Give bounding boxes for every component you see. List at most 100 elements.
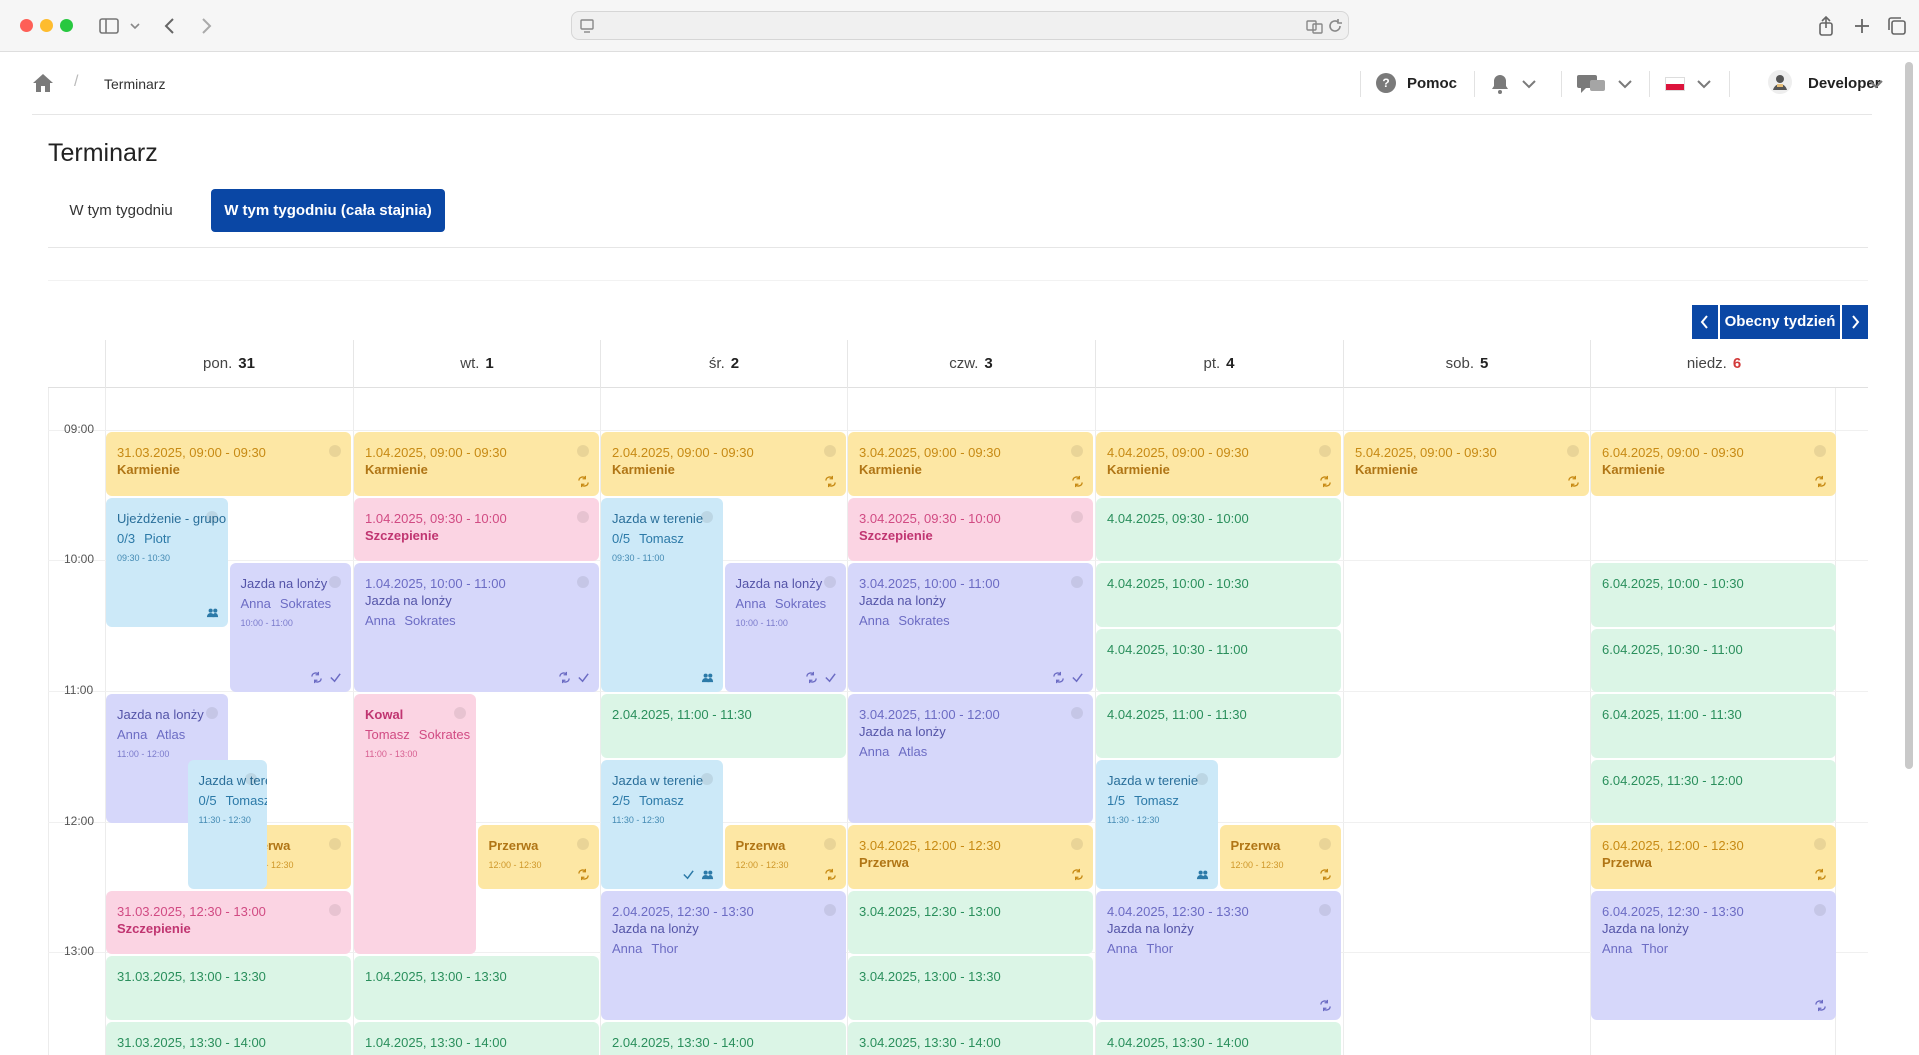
current-week-button[interactable]: Obecny tydzień <box>1720 305 1840 339</box>
calendar-event[interactable]: 1.04.2025, 13:30 - 14:00 <box>354 1021 599 1055</box>
reload-icon[interactable] <box>1325 15 1345 39</box>
event-participants: Anna Sokrates <box>736 595 847 613</box>
messages-icon[interactable] <box>1576 72 1606 96</box>
calendar-event[interactable]: Przerwa12:00 - 12:30 <box>477 825 599 889</box>
event-time: 3.04.2025, 10:00 - 11:00 <box>859 576 1000 591</box>
calendar-event[interactable]: Jazda w terenie 1/5 Tomasz 11:30 - 12:30 <box>1096 759 1218 889</box>
calendar-event[interactable]: 31.03.2025, 12:30 - 13:00 Szczepienie <box>106 890 351 954</box>
chevron-down-icon[interactable] <box>128 14 142 38</box>
calendar-event[interactable]: 6.04.2025, 11:00 - 11:30 <box>1591 694 1836 758</box>
chevron-down-icon[interactable] <box>1521 78 1537 90</box>
calendar-event[interactable]: 31.03.2025, 13:30 - 14:00 <box>106 1021 351 1055</box>
calendar-event[interactable]: 3.04.2025, 13:30 - 14:00 <box>848 1021 1093 1055</box>
forward-icon[interactable] <box>194 14 218 38</box>
calendar-event[interactable]: 2.04.2025, 13:30 - 14:00 <box>601 1021 846 1055</box>
calendar-event[interactable]: 6.04.2025, 11:30 - 12:00 <box>1591 759 1836 823</box>
calendar-event[interactable]: Jazda na lonży Anna Sokrates 10:00 - 11:00 <box>724 563 847 692</box>
calendar-event[interactable]: 4.04.2025, 12:30 - 13:30 Jazda na lonży An… <box>1096 890 1341 1020</box>
new-tab-icon[interactable] <box>1850 14 1874 38</box>
calendar-event[interactable]: 3.04.2025, 09:00 - 09:30 Karmienie <box>848 432 1093 496</box>
close-window-button[interactable] <box>20 19 33 32</box>
calendar-event[interactable]: 1.04.2025, 09:00 - 09:30 Karmienie <box>354 432 599 496</box>
day-name: czw. <box>949 355 979 372</box>
zoom-window-button[interactable] <box>60 19 73 32</box>
calendar-event[interactable]: Jazda w terenie0/5Tomasz11:30 - 12:30 <box>187 759 267 889</box>
event-icons <box>1071 475 1084 488</box>
chevron-down-icon[interactable] <box>1868 78 1884 90</box>
calendar-event[interactable]: 3.04.2025, 12:00 - 12:30 Przerwa <box>848 825 1093 889</box>
calendar-event[interactable]: 6.04.2025, 09:00 - 09:30 Karmienie <box>1591 432 1836 496</box>
calendar-event[interactable]: 4.04.2025, 13:30 - 14:00 <box>1096 1021 1341 1055</box>
event-time: 2.04.2025, 09:00 - 09:30 <box>612 445 754 460</box>
check-icon <box>1072 673 1083 683</box>
chevron-down-icon[interactable] <box>1617 78 1633 90</box>
calendar-event[interactable]: Jazda na lonży Anna Sokrates 10:00 - 11:00 <box>229 563 351 692</box>
calendar-event[interactable]: 6.04.2025, 12:30 - 13:30 Jazda na lonży An… <box>1591 890 1836 1020</box>
sidebar-toggle-icon[interactable] <box>97 14 121 38</box>
event-title: Jazda na lonży <box>1602 920 1689 936</box>
calendar-event[interactable]: 1.04.2025, 10:00 - 11:00 Jazda na lonży An… <box>354 563 599 692</box>
home-icon[interactable] <box>32 72 54 94</box>
event-time: 31.03.2025, 09:00 - 09:30 <box>117 445 266 460</box>
bell-icon[interactable] <box>1488 72 1512 96</box>
event-title: Szczepienie <box>117 920 191 936</box>
participant: Anna <box>859 613 890 628</box>
calendar-event[interactable]: 3.04.2025, 13:00 - 13:30 <box>848 956 1093 1020</box>
tab-this-week-whole-stable[interactable]: W tym tygodniu (cała stajnia) <box>211 189 445 232</box>
share-icon[interactable] <box>1814 14 1838 38</box>
calendar-event[interactable]: 31.03.2025, 13:00 - 13:30 <box>106 956 351 1020</box>
tab-this-week[interactable]: W tym tygodniu <box>48 189 194 232</box>
event-time: 3.04.2025, 09:30 - 10:00 <box>859 510 1001 526</box>
calendar-event[interactable]: 4.04.2025, 09:00 - 09:30 Karmienie <box>1096 432 1341 496</box>
next-week-button[interactable] <box>1842 305 1868 339</box>
calendar-event[interactable]: 3.04.2025, 10:00 - 11:00 Jazda na lonży An… <box>848 563 1093 692</box>
event-status-icon <box>453 707 466 719</box>
repeat-icon <box>559 671 570 684</box>
event-icons <box>1319 475 1332 488</box>
translate-icon[interactable] <box>1305 15 1325 39</box>
calendar-event[interactable]: 2.04.2025, 09:00 - 09:30 Karmienie <box>601 432 846 496</box>
address-bar[interactable] <box>571 11 1349 40</box>
calendar-event[interactable]: 6.04.2025, 10:00 - 10:30 <box>1591 563 1836 627</box>
calendar-event[interactable]: Jazda w terenie 2/5 Tomasz 11:30 - 12:30 <box>601 759 723 889</box>
event-time: 1.04.2025, 10:00 - 11:00 <box>365 576 506 591</box>
calendar-event[interactable]: 2.04.2025, 11:00 - 11:30 <box>601 694 846 758</box>
calendar-event[interactable]: 1.04.2025, 13:00 - 13:30 <box>354 956 599 1020</box>
calendar-event[interactable]: 6.04.2025, 12:00 - 12:30 Przerwa <box>1591 825 1836 889</box>
calendar-event[interactable]: 31.03.2025, 09:00 - 09:30 Karmienie <box>106 432 351 496</box>
avatar[interactable] <box>1768 70 1792 94</box>
event-time: 31.03.2025, 12:30 - 13:00 <box>117 903 266 919</box>
calendar-event[interactable]: 4.04.2025, 10:30 - 11:00 <box>1096 628 1341 692</box>
calendar-event[interactable]: 1.04.2025, 09:30 - 10:00 Szczepienie <box>354 497 599 561</box>
calendar-event[interactable]: 4.04.2025, 09:30 - 10:00 <box>1096 497 1341 561</box>
calendar-event[interactable]: 6.04.2025, 10:30 - 11:00 <box>1591 628 1836 692</box>
calendar-event[interactable]: 3.04.2025, 09:30 - 10:00 Szczepienie <box>848 497 1093 561</box>
calendar-event[interactable]: Przerwa12:00 - 12:30 <box>724 825 846 889</box>
calendar-event[interactable]: Jazda w terenie 0/5 Tomasz 09:30 - 11:00 <box>601 497 723 692</box>
minimize-window-button[interactable] <box>40 19 53 32</box>
help-link[interactable]: Pomoc <box>1407 75 1457 92</box>
calendar-event[interactable]: 3.04.2025, 11:00 - 12:00 Jazda na lonży An… <box>848 694 1093 823</box>
day-number: 3 <box>984 355 993 372</box>
event-status-icon <box>1071 707 1083 719</box>
help-icon[interactable]: ? <box>1376 73 1396 93</box>
tab-overview-icon[interactable] <box>1885 14 1909 38</box>
poland-flag-icon[interactable] <box>1665 77 1685 91</box>
calendar-event[interactable]: 4.04.2025, 10:00 - 10:30 <box>1096 563 1341 627</box>
back-icon[interactable] <box>158 14 182 38</box>
chevron-down-icon[interactable] <box>1696 78 1712 90</box>
event-time: 5.04.2025, 09:00 - 09:30 <box>1355 445 1497 460</box>
calendar-event[interactable]: Kowal Tomasz Sokrates 11:00 - 13:00 <box>354 694 476 954</box>
calendar-event[interactable]: 3.04.2025, 12:30 - 13:00 <box>848 890 1093 954</box>
repeat-icon <box>578 475 589 487</box>
calendar-event[interactable]: Ujeżdżenie - grupo 0/3 Piotr 09:30 - 10:30 <box>106 497 228 627</box>
calendar-event[interactable]: 4.04.2025, 11:00 - 11:30 <box>1096 694 1341 758</box>
participant: Thor <box>651 940 679 956</box>
calendar-event[interactable]: Przerwa12:00 - 12:30 <box>1219 825 1341 889</box>
event-time: 1.04.2025, 09:00 - 09:30 <box>365 445 507 460</box>
calendar-event[interactable]: 5.04.2025, 09:00 - 09:30 Karmienie <box>1344 432 1589 496</box>
scrollbar[interactable] <box>1905 62 1913 769</box>
prev-week-button[interactable] <box>1692 305 1718 339</box>
calendar-event[interactable]: 2.04.2025, 12:30 - 13:30 Jazda na lonży An… <box>601 890 846 1020</box>
browser-toolbar <box>0 0 1919 52</box>
